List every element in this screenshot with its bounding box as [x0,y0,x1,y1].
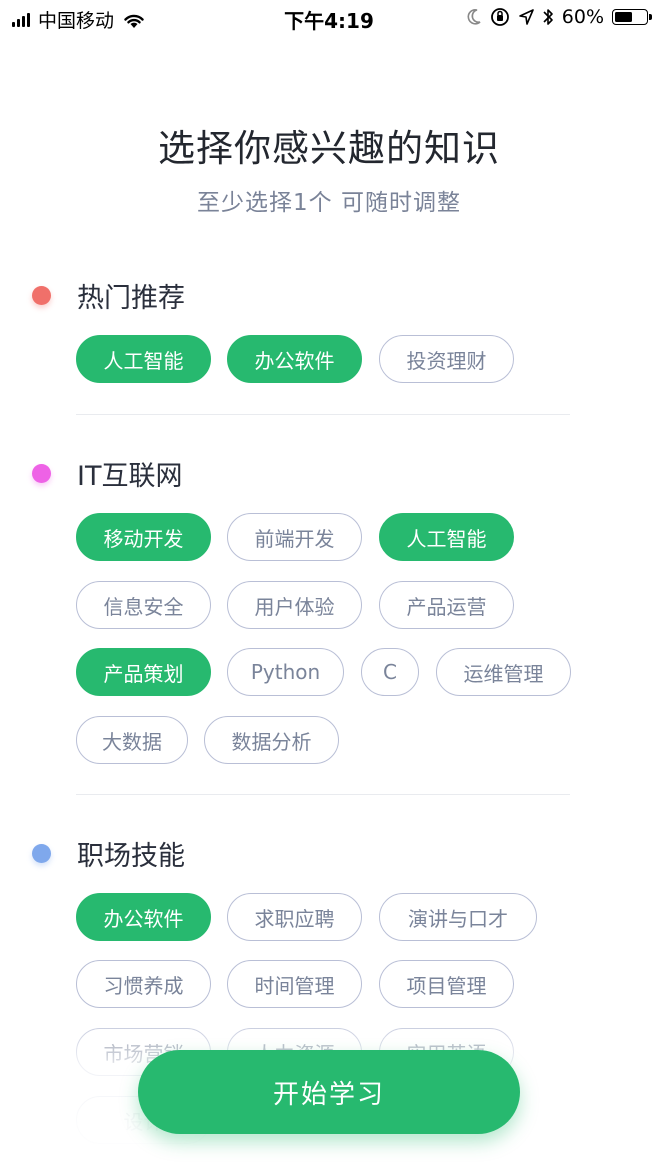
section-title: IT互联网 [77,461,183,492]
tag-item[interactable]: 求职应聘 [227,893,362,941]
battery-percent: 60% [561,6,604,28]
status-bar-right: 60% [466,6,652,28]
page-subtitle: 至少选择1个 可随时调整 [197,190,461,216]
section-title: 职场技能 [77,841,185,872]
tag-item[interactable]: 人工智能 [379,513,514,561]
tag-item[interactable]: 运维管理 [436,648,571,696]
tag-item[interactable]: 产品运营 [379,581,514,629]
tag-item[interactable]: 移动开发 [76,513,211,561]
section-dot-it [32,464,51,483]
section-career: 职场技能 [32,834,185,873]
tag-item[interactable]: 产品策划 [76,648,211,696]
battery-fill [615,12,633,22]
section-divider [76,414,570,415]
tag-item[interactable]: 信息安全 [76,581,211,629]
moon-icon [467,9,481,25]
tag-item[interactable]: Python [227,648,344,696]
tag-item[interactable]: 办公软件 [227,335,362,383]
section-hot: 热门推荐 [32,276,185,315]
tag-item[interactable]: 大数据 [76,716,188,764]
tag-item[interactable]: 人工智能 [76,335,211,383]
status-bar: 中国移动 下午4:19 60% [0,0,658,38]
section-dot-hot [32,286,51,305]
section-divider [76,794,570,795]
section-title: 热门推荐 [77,283,185,314]
tag-item[interactable]: 办公软件 [76,893,211,941]
battery-icon [612,9,652,25]
tag-item[interactable]: 时间管理 [227,960,362,1008]
tag-item[interactable]: 投资理财 [379,335,514,383]
tag-item[interactable]: 前端开发 [227,513,362,561]
orientation-lock-icon [490,8,509,26]
tag-item[interactable]: 用户体验 [227,581,362,629]
start-learning-button[interactable]: 开始学习 [138,1050,520,1134]
tag-item[interactable]: 数据分析 [204,716,339,764]
bluetooth-icon [543,9,553,25]
tag-item[interactable]: C [361,648,419,696]
tag-item[interactable]: 项目管理 [379,960,514,1008]
tag-item[interactable]: 演讲与口才 [379,893,537,941]
location-icon [518,9,534,25]
page-title: 选择你感兴趣的知识 [158,127,500,170]
section-dot-career [32,844,51,863]
section-it: IT互联网 [32,454,182,493]
tag-item[interactable]: 习惯养成 [76,960,211,1008]
